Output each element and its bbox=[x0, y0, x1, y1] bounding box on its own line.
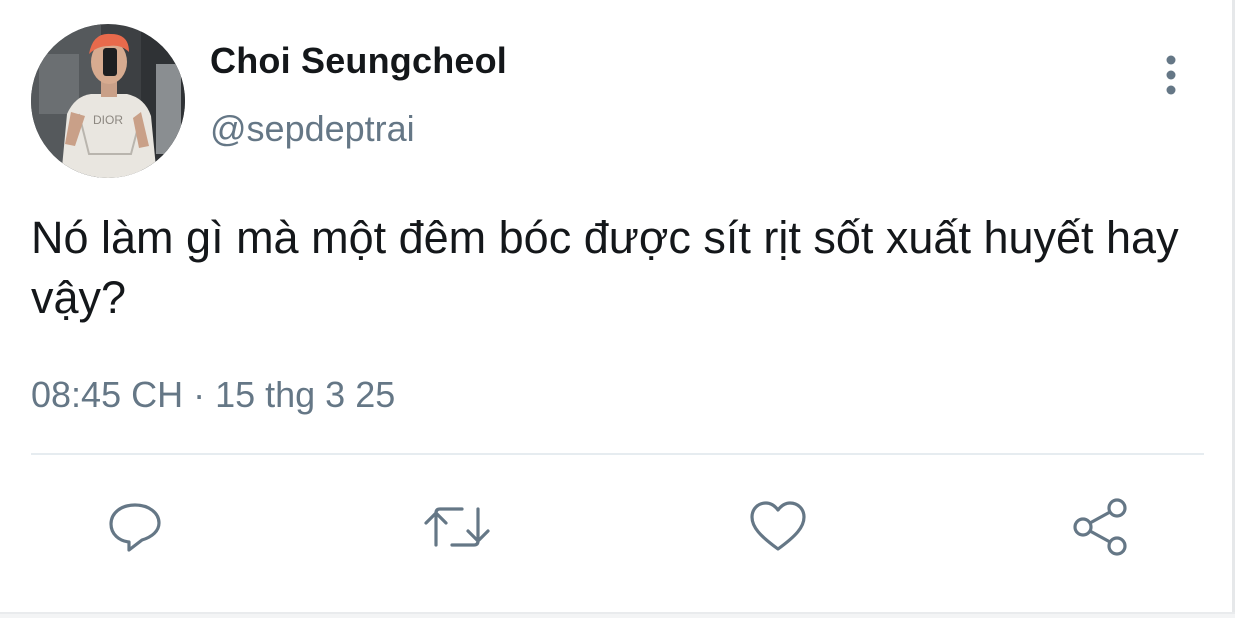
svg-text:DIOR: DIOR bbox=[93, 113, 123, 127]
like-button[interactable] bbox=[743, 492, 813, 562]
profile-photo-icon: DIOR bbox=[31, 24, 185, 178]
tweet-timestamp[interactable]: 08:45 CH · 15 thg 3 25 bbox=[31, 374, 395, 416]
share-button[interactable] bbox=[1065, 492, 1135, 562]
vertical-ellipsis-icon bbox=[1166, 55, 1176, 95]
user-handle[interactable]: @sepdeptrai bbox=[210, 108, 415, 150]
divider bbox=[31, 453, 1204, 455]
more-options-button[interactable] bbox=[1150, 52, 1192, 98]
retweet-button[interactable] bbox=[422, 492, 492, 562]
avatar[interactable]: DIOR bbox=[31, 24, 185, 178]
bottom-separator bbox=[0, 612, 1235, 618]
share-nodes-icon bbox=[1073, 498, 1127, 556]
display-name[interactable]: Choi Seungcheol bbox=[210, 40, 507, 82]
retweet-arrows-icon bbox=[424, 507, 490, 547]
heart-icon bbox=[750, 501, 806, 551]
tweet-text: Nó làm gì mà một đêm bóc được sít rịt số… bbox=[31, 212, 1179, 323]
reply-button[interactable] bbox=[100, 492, 170, 562]
speech-bubble-icon bbox=[109, 503, 161, 552]
